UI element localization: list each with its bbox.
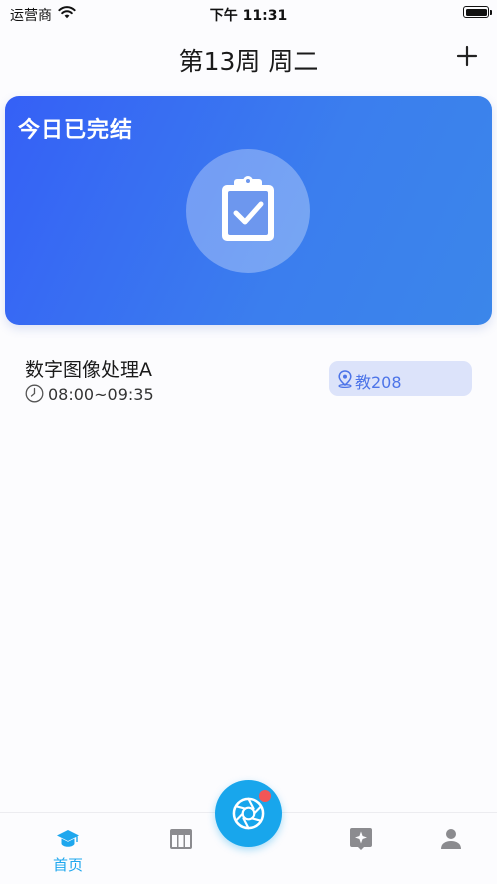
sparkle-badge-icon: [350, 828, 372, 850]
tab-home[interactable]: 首页: [38, 813, 98, 884]
graduation-cap-icon: [57, 830, 79, 847]
list-item[interactable]: 数字图像处理A 08:00~09:35 教208: [0, 345, 497, 415]
clock-icon: [25, 384, 44, 403]
camera-aperture-icon: [232, 797, 265, 830]
course-time: 08:00~09:35: [48, 385, 154, 404]
tab-schedule[interactable]: [151, 813, 211, 884]
course-name: 数字图像处理A: [25, 359, 152, 381]
battery-tip: [490, 10, 492, 15]
person-icon: [441, 829, 461, 849]
status-bar: 运营商 下午 11:31: [0, 0, 497, 28]
schedule-table-icon: [170, 829, 192, 849]
tab-home-label: 首页: [52, 856, 83, 874]
today-status-card: 今日已完结: [5, 96, 492, 325]
plus-icon[interactable]: [455, 44, 479, 68]
course-location: 教208: [355, 373, 402, 392]
tab-discover[interactable]: [331, 813, 391, 884]
status-card-title: 今日已完结: [18, 118, 134, 143]
status-time: 下午 11:31: [209, 8, 288, 24]
clipboard-check-icon: [222, 176, 274, 241]
tab-profile[interactable]: [421, 813, 481, 884]
camera-button[interactable]: [215, 780, 282, 847]
battery-icon: [463, 6, 489, 18]
header: 第13周 周二: [0, 36, 497, 80]
page-title: 第13周 周二: [178, 47, 319, 76]
notification-dot: [259, 790, 271, 802]
location-pin-icon: [338, 370, 352, 388]
location-badge: 教208: [329, 361, 472, 396]
status-icon-circle: [186, 149, 310, 273]
